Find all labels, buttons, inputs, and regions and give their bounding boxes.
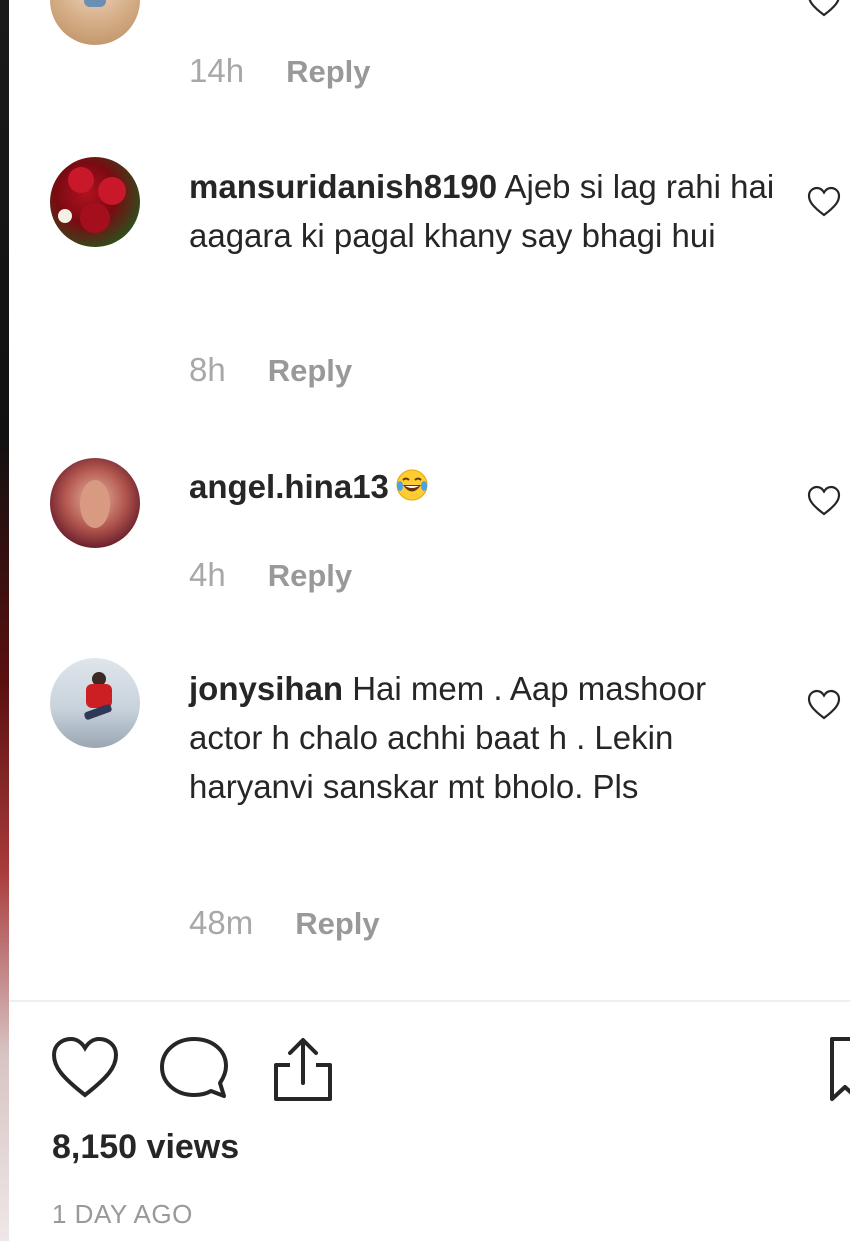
comment-time: 8h	[189, 351, 226, 388]
avatar[interactable]	[50, 658, 140, 748]
reply-button[interactable]: Reply	[268, 558, 352, 594]
bookmark-icon[interactable]	[828, 1035, 850, 1103]
comment-like-heart-icon[interactable]	[807, 689, 841, 721]
avatar[interactable]	[50, 0, 140, 45]
comment-time: 48m	[189, 904, 254, 941]
post-date[interactable]: 1 DAY AGO	[52, 1199, 193, 1230]
comment-bubble-icon[interactable]	[158, 1035, 230, 1101]
reply-button[interactable]: Reply	[295, 906, 379, 942]
comment-meta: 4h Reply	[189, 556, 352, 594]
avatar[interactable]	[50, 458, 140, 548]
view-count[interactable]: 8,150 views	[52, 1128, 239, 1167]
comment-username[interactable]: angel.hina13	[189, 468, 389, 505]
divider	[9, 1000, 850, 1002]
laughing-tears-emoji-icon	[396, 469, 428, 501]
comment-like-heart-icon[interactable]	[807, 485, 841, 517]
comment-body: angel.hina13	[189, 462, 779, 511]
avatar[interactable]	[50, 157, 140, 247]
share-upload-icon[interactable]	[270, 1035, 336, 1103]
comment-meta: 48m Reply	[189, 904, 380, 942]
heart-icon[interactable]	[50, 1035, 120, 1101]
comment-like-heart-icon[interactable]	[807, 186, 841, 218]
comment-body: jonysihan Hai mem . Aap mashoor actor h …	[189, 664, 779, 811]
reply-button[interactable]: Reply	[286, 54, 370, 90]
comment-time: 4h	[189, 556, 226, 593]
comment-username[interactable]: mansuridanish8190	[189, 168, 497, 205]
comment-time: 14h	[189, 52, 245, 89]
comment-like-heart-icon[interactable]	[807, 0, 841, 18]
comment-body: mansuridanish8190 Ajeb si lag rahi hai a…	[189, 162, 779, 260]
comment-meta: 8h Reply	[189, 351, 352, 389]
comment-username[interactable]: jonysihan	[189, 670, 343, 707]
reply-button[interactable]: Reply	[268, 353, 352, 389]
comment-meta: 14h Reply	[189, 52, 370, 90]
window-left-edge	[0, 0, 9, 1241]
